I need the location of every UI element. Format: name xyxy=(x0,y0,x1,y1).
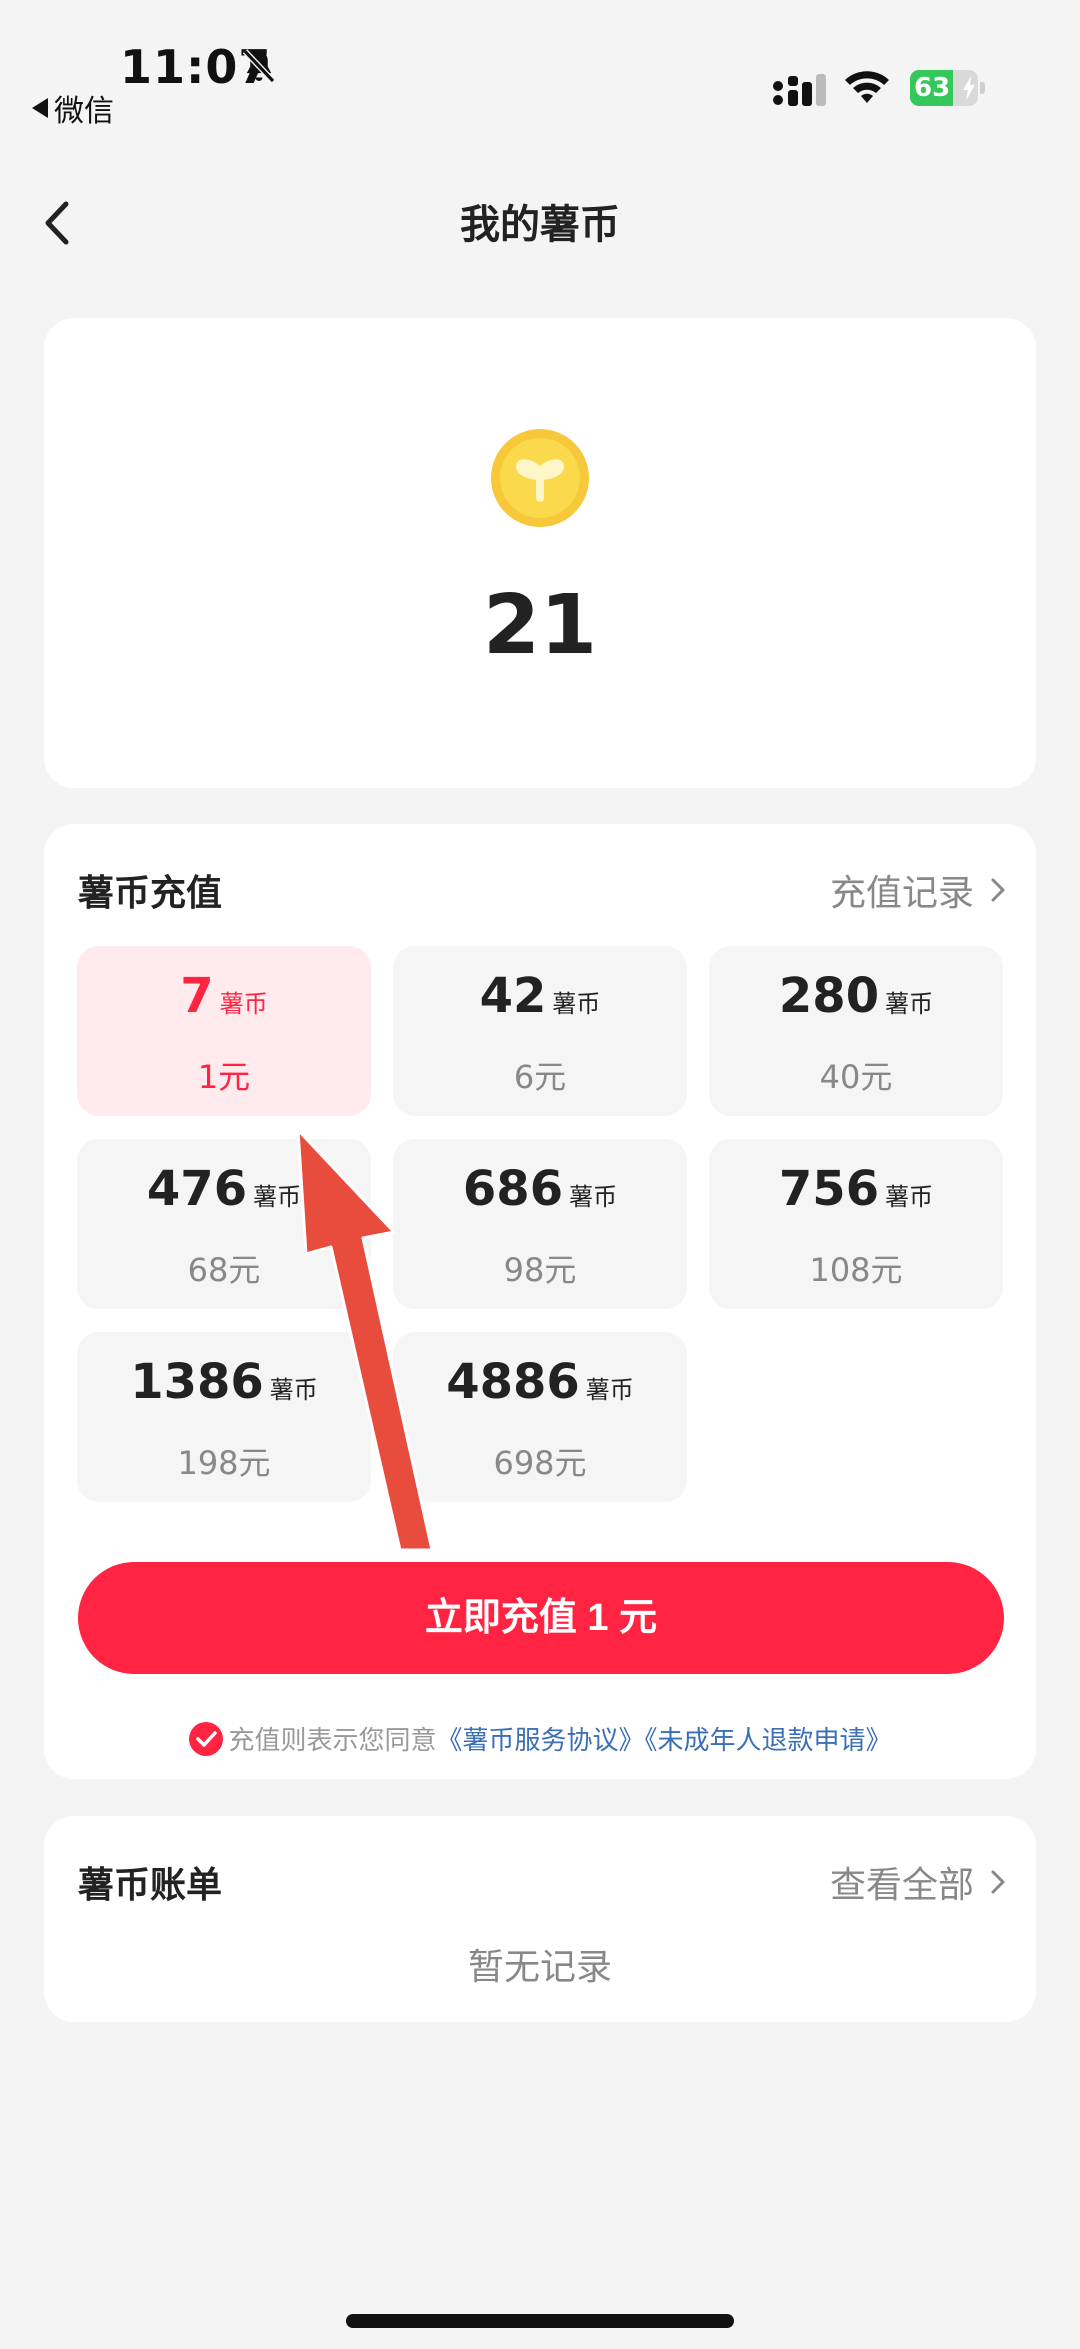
recharge-title: 薯币充值 xyxy=(78,873,223,914)
package-option[interactable]: 4886 薯币 698元 xyxy=(393,1332,687,1502)
package-price: 108元 xyxy=(809,1251,903,1289)
package-unit: 薯币 xyxy=(552,990,601,1018)
view-all-link[interactable]: 查看全部 xyxy=(830,1856,1006,1908)
chevron-right-icon xyxy=(991,1870,1005,1894)
signal-icon xyxy=(773,74,826,106)
back-triangle-icon xyxy=(32,98,48,118)
agreement-row: 充值则表示您同意《薯币服务协议》《未成年人退款申请》 xyxy=(44,1720,1036,1757)
package-option[interactable]: 7 薯币 1元 xyxy=(77,946,371,1116)
package-price: 40元 xyxy=(819,1058,893,1096)
bill-title: 薯币账单 xyxy=(78,1865,223,1906)
chevron-right-icon xyxy=(991,878,1005,902)
battery-percent: 63 xyxy=(914,73,951,103)
package-unit: 薯币 xyxy=(885,1183,934,1211)
status-bar: 11:07 微信 63 xyxy=(0,0,1080,140)
package-coins: 7 xyxy=(180,968,214,1024)
package-option[interactable]: 686 薯币 98元 xyxy=(393,1139,687,1309)
home-indicator[interactable] xyxy=(346,2314,734,2328)
package-coins: 476 xyxy=(146,1161,248,1217)
package-unit: 薯币 xyxy=(885,990,934,1018)
page-title: 我的薯币 xyxy=(460,202,620,248)
package-coins: 280 xyxy=(778,968,880,1024)
battery-icon: 63 xyxy=(910,70,986,106)
service-agreement-link[interactable]: 《薯币服务协议》 xyxy=(436,1726,644,1756)
view-all-label: 查看全部 xyxy=(829,1865,974,1906)
package-option[interactable]: 42 薯币 6元 xyxy=(393,946,687,1116)
package-unit: 薯币 xyxy=(569,1183,618,1211)
return-app-label: 微信 xyxy=(54,94,114,129)
package-coins: 42 xyxy=(479,968,547,1024)
balance-card: 21 xyxy=(44,318,1036,788)
recharge-now-button[interactable]: 立即充值 1 元 xyxy=(78,1562,1004,1674)
package-unit: 薯币 xyxy=(219,990,268,1018)
annotation-arrow-icon xyxy=(296,1128,430,1552)
package-coins: 756 xyxy=(778,1161,880,1217)
minor-refund-link[interactable]: 《未成年人退款申请》 xyxy=(645,1726,892,1756)
coin-icon xyxy=(491,429,589,527)
recharge-history-label: 充值记录 xyxy=(829,873,974,914)
charging-bolt-icon xyxy=(963,76,975,100)
package-unit: 薯币 xyxy=(585,1376,634,1404)
package-option[interactable]: 756 薯币 108元 xyxy=(709,1139,1003,1309)
bell-slash-icon xyxy=(242,49,276,84)
package-coins: 686 xyxy=(462,1161,564,1217)
chevron-left-icon[interactable] xyxy=(30,188,90,258)
package-price: 698元 xyxy=(493,1444,587,1482)
package-coins: 1386 xyxy=(130,1354,264,1410)
wifi-icon xyxy=(845,71,889,103)
balance-amount: 21 xyxy=(482,578,598,673)
bill-card: 薯币账单 查看全部 暂无记录 xyxy=(44,1816,1036,2022)
empty-state: 暂无记录 xyxy=(467,1947,612,1988)
check-circle-icon[interactable] xyxy=(188,1721,224,1757)
recharge-card: 薯币充值 充值记录 7 薯币 1元 42 薯币 6元 280 薯币 40元 476 薯币… xyxy=(44,824,1036,1779)
nav-bar: 我的薯币 xyxy=(0,170,1080,280)
recharge-history-link[interactable]: 充值记录 xyxy=(830,864,1006,916)
package-price: 98元 xyxy=(503,1251,577,1289)
return-to-app[interactable]: 微信 xyxy=(32,86,114,130)
package-price: 6元 xyxy=(513,1058,567,1096)
package-coins: 4886 xyxy=(446,1354,580,1410)
package-option[interactable]: 280 薯币 40元 xyxy=(709,946,1003,1116)
package-price: 1元 xyxy=(197,1058,251,1096)
agreement-text: 充值则表示您同意 xyxy=(228,1726,437,1756)
